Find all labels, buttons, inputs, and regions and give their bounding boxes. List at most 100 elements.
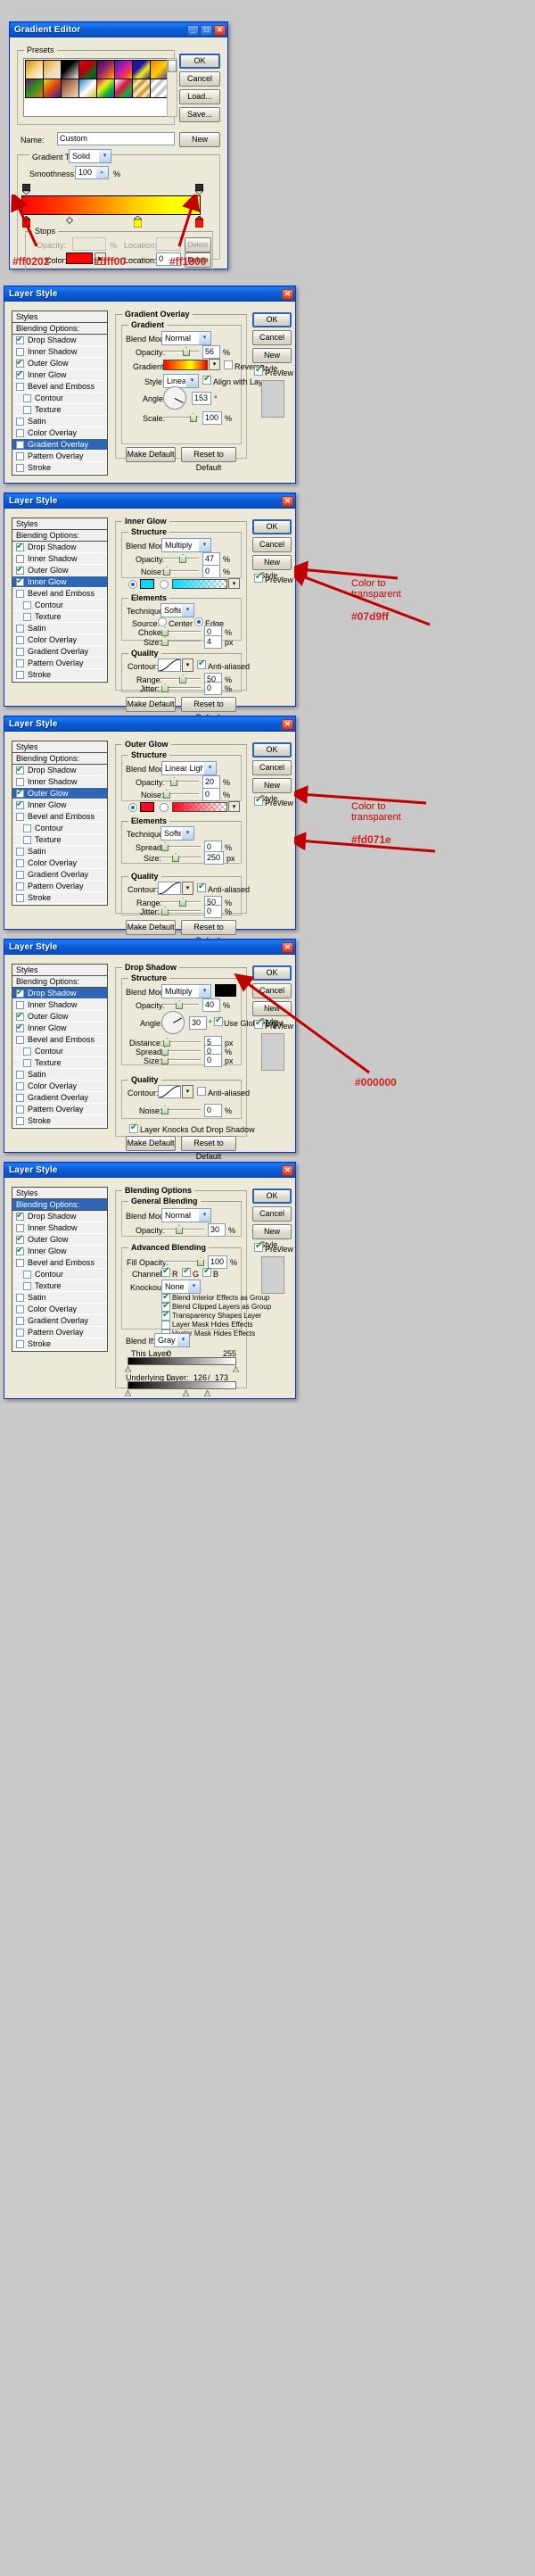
glow-gradient-preview[interactable] [172, 802, 227, 812]
blend-if-select[interactable]: Gray ▾ [154, 1333, 190, 1347]
close-icon[interactable]: ✕ [282, 941, 293, 953]
size-slider[interactable] [161, 637, 201, 646]
titlebar[interactable]: Layer Style ✕ [4, 716, 295, 732]
spread-slider[interactable] [161, 842, 201, 851]
style-enable-checkbox[interactable] [16, 369, 24, 380]
sidebar-item-color-overlay[interactable]: Color Overlay [12, 634, 107, 646]
noise-input[interactable]: 0 [202, 788, 220, 801]
source-center-radio[interactable] [158, 617, 167, 626]
antialiased-checkbox[interactable] [197, 882, 206, 892]
presets-scrollbar[interactable] [167, 58, 177, 117]
channel-g-checkbox[interactable] [182, 1266, 191, 1277]
angle-dial[interactable] [163, 386, 186, 410]
sidebar-item-bevel-and-emboss[interactable]: Bevel and Emboss [12, 381, 107, 393]
make-default-button[interactable]: Make Default [126, 447, 176, 462]
noise-slider[interactable] [163, 790, 199, 799]
sidebar-item-satin[interactable]: Satin [12, 416, 107, 427]
sidebar-item-inner-glow[interactable]: Inner Glow [12, 576, 107, 588]
sidebar-item-outer-glow[interactable]: Outer Glow [12, 1233, 107, 1246]
titlebar[interactable]: Layer Style ✕ [4, 286, 295, 302]
sidebar-item-texture[interactable]: Texture [12, 834, 107, 846]
style-enable-checkbox[interactable] [16, 1245, 24, 1256]
style-enable-checkbox[interactable] [16, 848, 24, 856]
opacity-slider[interactable] [163, 347, 199, 356]
style-enable-checkbox[interactable] [16, 383, 24, 391]
ok-button[interactable]: OK [252, 519, 292, 534]
ok-button[interactable]: OK [252, 742, 292, 758]
make-default-button[interactable]: Make Default [126, 697, 176, 712]
opacity-input[interactable]: 56 [202, 345, 220, 359]
style-enable-checkbox[interactable] [16, 1294, 24, 1302]
sidebar-item-drop-shadow[interactable]: Drop Shadow [12, 987, 107, 999]
chevron-down-icon[interactable]: ▾ [198, 539, 210, 551]
sidebar-item-blending-options[interactable]: Blending Options: Custom [12, 323, 107, 344]
sidebar-item-outer-glow[interactable]: Outer Glow [12, 1010, 107, 1023]
cancel-button[interactable]: Cancel [252, 330, 292, 345]
close-icon[interactable]: ✕ [282, 495, 293, 507]
style-enable-checkbox[interactable] [16, 1210, 24, 1222]
make-default-button[interactable]: Make Default [126, 920, 176, 935]
opacity-input[interactable]: 30 [208, 1223, 226, 1237]
chevron-down-icon[interactable]: ▾ [177, 1334, 189, 1346]
style-enable-checkbox[interactable] [16, 1317, 24, 1325]
gradient-editor-titlebar[interactable]: Gradient Editor _ □ ✕ [10, 22, 227, 37]
ok-button[interactable]: OK [179, 54, 220, 69]
cancel-button[interactable]: Cancel [179, 71, 220, 87]
glow-gradient-radio[interactable] [160, 580, 169, 589]
glow-gradient-radio[interactable] [160, 803, 169, 812]
sidebar-item-contour[interactable]: Contour [12, 600, 107, 611]
titlebar[interactable]: Layer Style ✕ [4, 940, 295, 955]
sidebar-item-inner-shadow[interactable]: Inner Shadow [12, 553, 107, 565]
gradient-preview[interactable] [163, 360, 208, 370]
glow-gradient-preview[interactable] [172, 579, 227, 589]
sidebar-item-outer-glow[interactable]: Outer Glow [12, 787, 107, 799]
sidebar-item-color-overlay[interactable]: Color Overlay [12, 857, 107, 869]
size-slider[interactable] [161, 1056, 201, 1064]
sidebar-item-blending-options[interactable]: Blending Options: Custom [12, 1199, 107, 1221]
style-enable-checkbox[interactable] [16, 418, 24, 426]
sidebar-item-texture[interactable]: Texture [12, 1280, 107, 1292]
sidebar-item-contour[interactable]: Contour [12, 823, 107, 834]
sidebar-item-pattern-overlay[interactable]: Pattern Overlay [12, 658, 107, 669]
close-icon[interactable]: ✕ [282, 288, 293, 300]
color-stop-yellow[interactable] [133, 215, 143, 228]
new-style-button[interactable]: New Style... [252, 778, 292, 803]
style-enable-checkbox[interactable] [16, 987, 24, 998]
distance-slider[interactable] [161, 1038, 201, 1047]
advanced-option-checkbox[interactable] [161, 1321, 170, 1329]
sidebar-item-blending-options[interactable]: Blending Options: Custom [12, 976, 107, 998]
chevron-down-icon[interactable]: ▾ [198, 332, 210, 344]
preview-checkbox[interactable] [254, 795, 263, 806]
jitter-slider[interactable] [161, 907, 201, 915]
noise-input[interactable]: 0 [202, 565, 220, 578]
sidebar-item-contour[interactable]: Contour [12, 1269, 107, 1280]
styles-list[interactable]: Styles Blending Options: CustomDrop Shado… [12, 1187, 108, 1352]
technique-select[interactable]: Softer ▾ [160, 603, 194, 617]
contour-preview[interactable] [158, 1085, 181, 1098]
underlying-slider-mid[interactable] [182, 1389, 190, 1398]
close-icon[interactable]: ✕ [214, 24, 226, 36]
style-enable-checkbox[interactable] [16, 1036, 24, 1044]
style-enable-checkbox[interactable] [16, 799, 24, 810]
style-enable-checkbox[interactable] [16, 1305, 24, 1313]
glow-gradient-flyout-icon[interactable]: ▾ [228, 578, 240, 589]
technique-select[interactable]: Softer ▾ [160, 826, 194, 841]
sidebar-item-texture[interactable]: Texture [12, 404, 107, 416]
layer-style-blending-options-window[interactable]: Layer Style ✕ Styles Blending Options: Cu… [4, 1162, 296, 1399]
chevron-down-icon[interactable]: ▾ [181, 604, 193, 617]
minimize-icon[interactable]: _ [187, 24, 199, 36]
close-icon[interactable]: ✕ [282, 1164, 293, 1176]
this-layer-ramp[interactable] [128, 1357, 236, 1365]
reset-to-default-button[interactable]: Reset to Default [181, 920, 236, 945]
scrollbar-thumb[interactable] [168, 60, 177, 72]
presets-grid[interactable] [23, 58, 170, 117]
noise-input[interactable]: 0 [204, 1104, 222, 1117]
slider-knob[interactable] [161, 1056, 169, 1064]
preview-checkbox[interactable] [254, 365, 263, 376]
style-enable-checkbox[interactable] [23, 1059, 31, 1067]
style-enable-checkbox[interactable] [16, 1010, 24, 1022]
cancel-button[interactable]: Cancel [252, 1206, 292, 1222]
new-style-button[interactable]: New Style... [252, 348, 292, 373]
slider-knob[interactable] [183, 347, 190, 356]
slider-knob[interactable] [176, 1000, 183, 1009]
